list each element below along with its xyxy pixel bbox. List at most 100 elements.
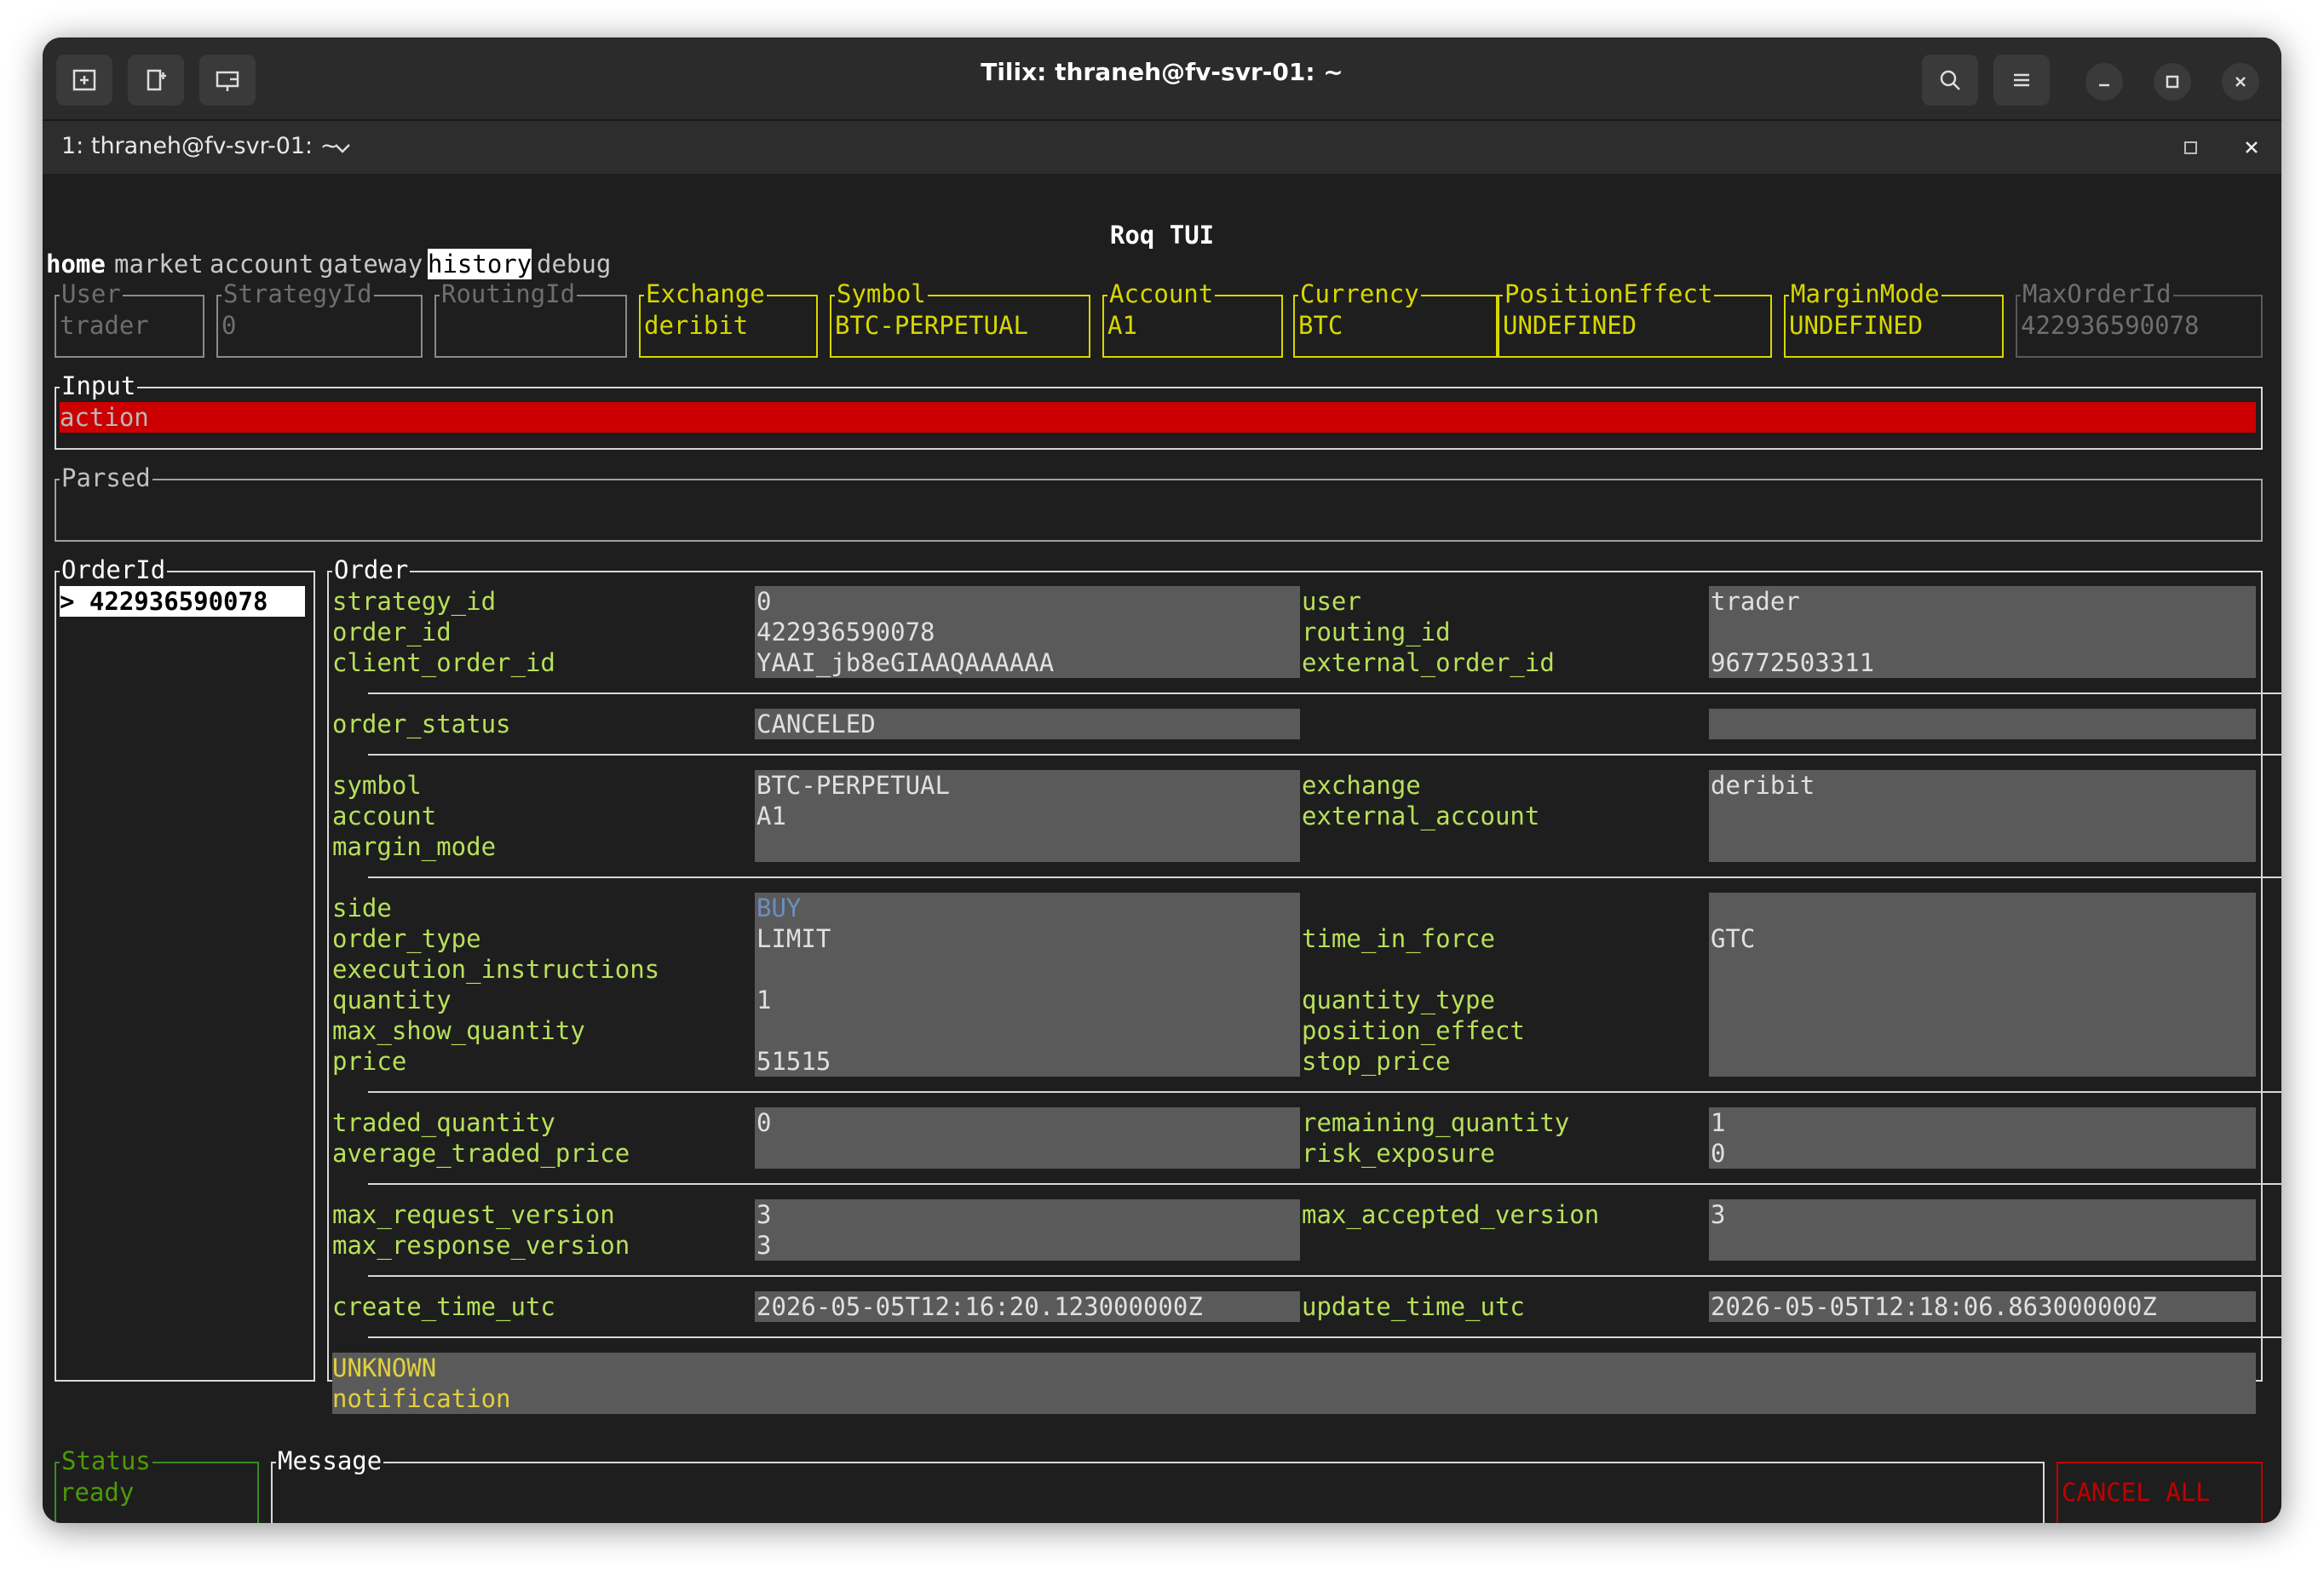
user-field[interactable]: User trader <box>55 279 204 358</box>
key-external-account: external_account <box>1302 802 1540 830</box>
menu-gateway[interactable]: gateway <box>319 249 423 279</box>
value-user: trader <box>1711 587 1800 616</box>
key-user: user <box>1302 587 1361 616</box>
key-risk-exposure: risk_exposure <box>1302 1139 1495 1168</box>
key-stop-price: stop_price <box>1302 1047 1451 1076</box>
key-max-request-version: max_request_version <box>332 1200 615 1229</box>
value-max-accepted-version: 3 <box>1711 1200 1726 1229</box>
margin-mode-field[interactable]: MarginMode UNDEFINED <box>1784 279 2004 358</box>
input-field[interactable]: action <box>60 402 149 433</box>
value-time-in-force: GTC <box>1711 924 1756 953</box>
session-tab-bar: 1: thraneh@fv-svr-01: ~ <box>43 121 2281 174</box>
value-cell <box>1709 1199 2256 1261</box>
notification-cell <box>332 1353 2256 1414</box>
value-cell <box>755 1199 1300 1261</box>
key-side: side <box>332 894 392 922</box>
menu-home[interactable]: home <box>46 249 106 279</box>
key-client-order-id: client_order_id <box>332 648 555 677</box>
search-icon <box>1940 70 1960 90</box>
order-id-item[interactable]: > 422936590078 <box>60 586 305 617</box>
maximize-icon <box>2166 75 2179 89</box>
search-button[interactable] <box>1922 55 1978 106</box>
routing-id-field[interactable]: RoutingId <box>434 279 627 358</box>
value-update-time-utc: 2026-05-05T12:18:06.863000000Z <box>1711 1292 2157 1321</box>
parsed-box: Parsed <box>55 463 2263 542</box>
minimize-button[interactable] <box>2085 63 2123 101</box>
key-order-id: order_id <box>332 618 452 647</box>
menu-history[interactable]: history <box>428 249 532 279</box>
maximize-button[interactable] <box>2154 63 2191 101</box>
key-max-response-version: max_response_version <box>332 1231 630 1260</box>
close-icon <box>2235 77 2246 87</box>
maximize-terminal-icon[interactable] <box>2183 140 2200 157</box>
status-box: Status ready <box>55 1446 259 1523</box>
value-order-id: 422936590078 <box>756 618 935 647</box>
value-price: 51515 <box>756 1047 831 1076</box>
chevron-down-icon[interactable] <box>332 140 353 157</box>
value-client-order-id: YAAI_jb8eGIAAQAAAAAA <box>756 648 1055 677</box>
section-divider <box>368 876 2281 878</box>
value-side: BUY <box>756 894 802 922</box>
value-max-response-version: 3 <box>756 1231 772 1260</box>
key-update-time-utc: update_time_utc <box>1302 1292 1525 1321</box>
value-cell <box>1709 1107 2256 1169</box>
section-divider <box>368 1183 2281 1185</box>
title-bar: Tilix: thraneh@fv-svr-01: ~ <box>43 37 2281 121</box>
account-field[interactable]: Account A1 <box>1102 279 1283 358</box>
input-box[interactable]: Input action <box>55 371 2263 450</box>
menu-debug[interactable]: debug <box>537 249 611 279</box>
key-order-status: order_status <box>332 710 511 739</box>
symbol-field[interactable]: Symbol BTC-PERPETUAL <box>830 279 1090 358</box>
close-terminal-icon[interactable] <box>2242 138 2261 157</box>
input-highlight <box>60 402 2256 433</box>
value-exchange: deribit <box>1711 771 1815 800</box>
key-remaining-quantity: remaining_quantity <box>1302 1108 1570 1137</box>
strategy-id-field[interactable]: StrategyId 0 <box>216 279 423 358</box>
value-order-type: LIMIT <box>756 924 831 953</box>
key-price: price <box>332 1047 407 1076</box>
menu-market[interactable]: market <box>114 249 204 279</box>
app-title: Roq TUI <box>1109 221 1215 250</box>
order-id-list: OrderId > 422936590078 <box>55 555 315 1382</box>
key-routing-id: routing_id <box>1302 618 1451 647</box>
value-traded-quantity: 0 <box>756 1108 772 1137</box>
cancel-all-button[interactable]: CANCEL ALL <box>2057 1462 2263 1523</box>
menu-account[interactable]: account <box>210 249 314 279</box>
section-divider <box>368 1275 2281 1277</box>
value-cell <box>755 893 1300 1077</box>
minimize-icon <box>2099 83 2109 87</box>
value-create-time-utc: 2026-05-05T12:16:20.123000000Z <box>756 1292 1203 1321</box>
value-cell <box>755 1107 1300 1169</box>
value-strategy-id: 0 <box>756 587 772 616</box>
session-tab-title[interactable]: 1: thraneh@fv-svr-01: ~ <box>61 133 339 159</box>
value-order-status: CANCELED <box>756 710 876 739</box>
key-average-traded-price: average_traded_price <box>332 1139 630 1168</box>
section-divider <box>368 754 2281 756</box>
notification-text: notification <box>332 1384 511 1413</box>
position-effect-field[interactable]: PositionEffect UNDEFINED <box>1498 279 1772 358</box>
section-divider <box>368 1091 2281 1093</box>
value-max-request-version: 3 <box>756 1200 772 1229</box>
key-quantity: quantity <box>332 986 452 1014</box>
menu-button[interactable] <box>1993 55 2050 106</box>
terminal-content: Roq TUI home market account gateway hist… <box>43 175 2281 1523</box>
terminal-window: Tilix: thraneh@fv-svr-01: ~ 1: thraneh@f… <box>43 37 2281 1523</box>
notification-status: UNKNOWN <box>332 1353 437 1382</box>
status-value: ready <box>60 1478 135 1507</box>
key-strategy-id: strategy_id <box>332 587 497 616</box>
key-traded-quantity: traded_quantity <box>332 1108 555 1137</box>
exchange-field[interactable]: Exchange deribit <box>639 279 818 358</box>
key-margin-mode: margin_mode <box>332 832 497 861</box>
hamburger-menu-icon <box>2014 73 2029 87</box>
value-external-order-id: 96772503311 <box>1711 648 1875 677</box>
key-time-in-force: time_in_force <box>1302 924 1495 953</box>
value-risk-exposure: 0 <box>1711 1139 1726 1168</box>
value-account: A1 <box>756 802 786 830</box>
key-external-order-id: external_order_id <box>1302 648 1555 677</box>
message-box[interactable]: Message <box>271 1446 2045 1523</box>
value-symbol: BTC-PERPETUAL <box>756 771 950 800</box>
value-cell <box>1709 709 2256 739</box>
close-button[interactable] <box>2222 63 2259 101</box>
key-order-type: order_type <box>332 924 481 953</box>
currency-field[interactable]: Currency BTC <box>1293 279 1498 358</box>
